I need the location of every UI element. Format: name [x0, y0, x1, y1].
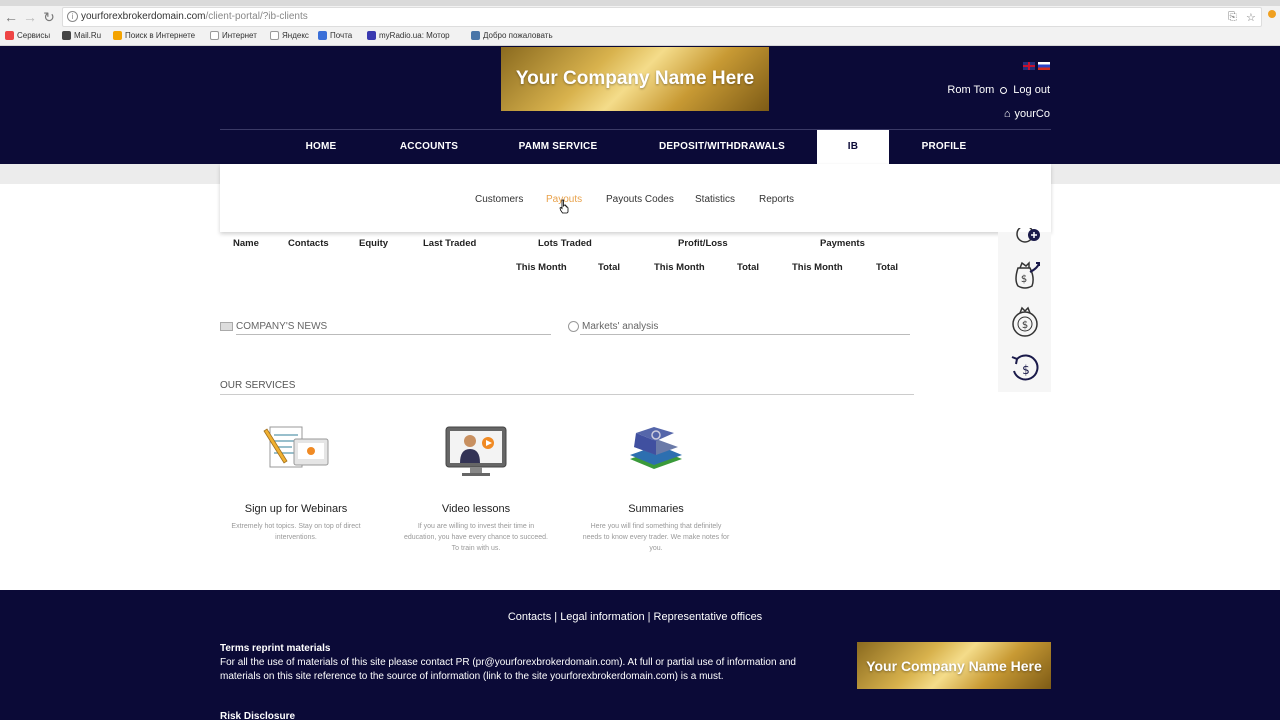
newspaper-icon — [220, 322, 233, 331]
forward-icon[interactable]: → — [22, 9, 38, 25]
divider — [580, 334, 910, 335]
risk-disclosure-title: Risk Disclosure — [220, 711, 296, 722]
video-lessons-icon[interactable] — [444, 425, 508, 477]
ib-submenu: Customers Payouts Payouts Codes Statisti… — [220, 164, 1051, 232]
nav-profile[interactable]: PROFILE — [910, 130, 978, 164]
terms-title: Terms reprint materials — [220, 643, 331, 654]
bookmark-internet[interactable]: Интернет — [210, 31, 257, 40]
terms-text: For all the use of materials of this sit… — [220, 657, 796, 682]
footer-links[interactable]: Contacts | Legal information | Represent… — [0, 611, 1270, 623]
tab-strip — [0, 0, 1280, 6]
vk-icon — [471, 31, 480, 40]
logout-link[interactable]: Log out — [1013, 84, 1050, 96]
service-desc: Extremely hot topics. Stay on top of dir… — [231, 523, 361, 541]
col-last-traded: Last Traded — [423, 238, 477, 249]
browser-toolbar: ← → ↻ i yourforexbrokerdomain.com/client… — [0, 0, 1280, 46]
nav-pamm-service[interactable]: PAMM SERVICE — [506, 130, 610, 164]
home-link[interactable]: ⌂ yourCo — [1004, 108, 1050, 120]
reload-icon[interactable]: ↻ — [41, 9, 57, 25]
translate-icon[interactable]: ⎘ — [1228, 11, 1237, 24]
add-account-icon[interactable] — [1008, 228, 1042, 246]
col-contacts: Contacts — [288, 238, 329, 249]
col-pl-this-month: This Month — [654, 262, 705, 273]
col-payments-this-month: This Month — [792, 262, 843, 273]
flag-uk-icon[interactable] — [1023, 62, 1035, 70]
svg-text:$: $ — [1022, 320, 1028, 331]
col-name: Name — [233, 238, 259, 249]
submenu-reports[interactable]: Reports — [759, 194, 794, 205]
col-payments-total: Total — [876, 262, 898, 273]
flag-ru-icon[interactable] — [1038, 62, 1050, 70]
bookmark-welcome[interactable]: Добро пожаловать — [471, 31, 553, 40]
site-info-icon[interactable]: i — [67, 11, 78, 22]
site-header: Your Company Name Here Rom Tom Log out ⌂… — [0, 46, 1280, 164]
main-nav: HOME ACCOUNTS PAMM SERVICE DEPOSIT/WITHD… — [220, 130, 1051, 164]
mailru-icon — [62, 31, 71, 40]
user-name[interactable]: Rom Tom — [947, 84, 994, 96]
extension-icon[interactable] — [1268, 10, 1276, 18]
refund-icon[interactable]: $ — [1008, 351, 1042, 385]
page-icon — [210, 31, 219, 40]
magnifier-icon — [568, 321, 579, 332]
submenu-customers[interactable]: Customers — [475, 194, 523, 205]
nav-home[interactable]: HOME — [287, 130, 355, 164]
radio-icon — [367, 31, 376, 40]
site-footer: Contacts | Legal information | Represent… — [0, 590, 1280, 722]
divider — [236, 334, 551, 335]
svg-text:$: $ — [1021, 274, 1027, 285]
webinar-icon[interactable] — [262, 425, 332, 471]
apps-icon — [5, 31, 14, 40]
power-icon — [1000, 86, 1008, 94]
bookmark-mailru[interactable]: Mail.Ru — [62, 31, 101, 40]
bookmarks-bar: Сервисы Mail.Ru Поиск в Интернете Интерн… — [0, 29, 1280, 45]
bookmark-myradio[interactable]: myRadio.ua: Мотор — [367, 31, 450, 40]
col-pl-total: Total — [737, 262, 759, 273]
service-desc: Here you will find something that defini… — [582, 523, 730, 552]
company-news-title[interactable]: COMPANY'S NEWS — [220, 321, 327, 332]
url-path: /client-portal/?ib-clients — [205, 11, 308, 22]
col-lots-total: Total — [598, 262, 620, 273]
service-title[interactable]: Summaries — [581, 503, 731, 515]
submenu-payouts-codes[interactable]: Payouts Codes — [606, 194, 674, 205]
hand-cursor-icon — [559, 199, 569, 214]
footer-logo[interactable]: Your Company Name Here — [857, 642, 1051, 689]
nav-ib[interactable]: IB — [817, 130, 889, 164]
bookmark-search[interactable]: Поиск в Интернете — [113, 31, 195, 40]
back-icon[interactable]: ← — [3, 9, 19, 25]
col-equity: Equity — [359, 238, 389, 249]
service-title[interactable]: Video lessons — [401, 503, 551, 515]
home-icon: ⌂ — [1003, 108, 1011, 120]
address-bar[interactable]: i yourforexbrokerdomain.com/client-porta… — [62, 7, 1262, 27]
summaries-books-icon[interactable] — [624, 425, 688, 475]
service-title[interactable]: Sign up for Webinars — [221, 503, 371, 515]
svg-text:$: $ — [1022, 363, 1030, 377]
quick-actions-bar: $ $ $ — [998, 228, 1051, 392]
bookmark-yandex[interactable]: Яндекс — [270, 31, 309, 40]
services-title: OUR SERVICES — [220, 380, 296, 391]
service-desc: If you are willing to invest their time … — [404, 523, 548, 552]
user-menu: Rom Tom Log out — [947, 84, 1050, 96]
col-lots-traded: Lots Traded — [538, 238, 592, 249]
money-bag-icon[interactable]: $ — [1008, 305, 1042, 339]
mail-icon — [318, 31, 327, 40]
bookmark-mail[interactable]: Почта — [318, 31, 352, 40]
col-payments: Payments — [820, 238, 865, 249]
divider — [220, 394, 914, 395]
col-profit-loss: Profit/Loss — [678, 238, 728, 249]
search-icon — [113, 31, 122, 40]
page-icon — [270, 31, 279, 40]
markets-analysis-title[interactable]: Markets' analysis — [568, 321, 658, 332]
money-bag-transfer-icon[interactable]: $ — [1008, 258, 1042, 292]
url-host: yourforexbrokerdomain.com — [81, 11, 206, 22]
star-icon[interactable]: ☆ — [1246, 11, 1256, 24]
company-logo[interactable]: Your Company Name Here — [501, 47, 769, 111]
nav-accounts[interactable]: ACCOUNTS — [387, 130, 471, 164]
submenu-statistics[interactable]: Statistics — [695, 194, 735, 205]
bookmark-apps[interactable]: Сервисы — [5, 31, 50, 40]
col-lots-this-month: This Month — [516, 262, 567, 273]
nav-deposit-withdrawals[interactable]: DEPOSIT/WITHDRAWALS — [649, 130, 795, 164]
